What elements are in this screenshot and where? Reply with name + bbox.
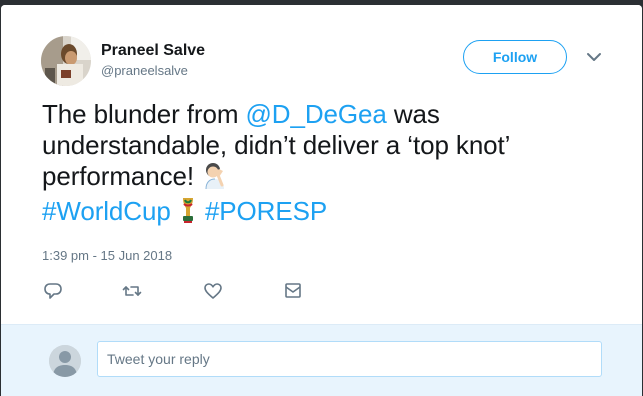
author-avatar[interactable] — [41, 36, 91, 86]
worldcup-trophy-emoji-icon — [178, 196, 198, 231]
tweet-text-segment: was — [386, 99, 440, 129]
mention-link[interactable]: @D_DeGea — [246, 99, 387, 129]
author-handle[interactable]: @praneelsalve — [101, 63, 188, 78]
author-avatar-image — [41, 36, 91, 86]
tweet-text-line-2: understandable, didn’t deliver a ‘top kn… — [42, 130, 511, 160]
follow-button[interactable]: Follow — [463, 40, 567, 74]
tweet-timestamp[interactable]: 1:39 pm - 15 Jun 2018 — [42, 248, 172, 263]
facepalm-emoji-icon — [201, 161, 229, 196]
reply-icon[interactable] — [43, 281, 63, 301]
tweet-card: Praneel Salve @praneelsalve Follow The b… — [1, 5, 642, 396]
hashtag-poresp-link[interactable]: #PORESP — [205, 196, 327, 226]
envelope-icon[interactable] — [283, 281, 303, 301]
heart-icon[interactable] — [203, 281, 223, 301]
tweet-text-line-1: The blunder from @D_DeGea was — [42, 99, 622, 130]
tweet: Praneel Salve @praneelsalve Follow The b… — [1, 5, 642, 324]
tweet-text: The blunder from @D_DeGea was understand… — [42, 99, 622, 231]
reply-input[interactable] — [97, 341, 602, 377]
hashtag-worldcup-link[interactable]: #WorldCup — [42, 196, 171, 226]
current-user-avatar — [49, 345, 81, 377]
tweet-actions — [1, 281, 642, 301]
reply-bar — [1, 324, 642, 396]
chevron-down-icon[interactable] — [584, 50, 604, 66]
retweet-icon[interactable] — [122, 281, 142, 301]
tweet-text-line-3: performance! — [42, 161, 622, 196]
tweet-text-segment: The blunder from — [42, 99, 246, 129]
tweet-text-segment: performance! — [42, 161, 202, 191]
author-name[interactable]: Praneel Salve — [101, 42, 205, 60]
tweet-text-line-4: #WorldCup #PORESP — [42, 196, 622, 231]
